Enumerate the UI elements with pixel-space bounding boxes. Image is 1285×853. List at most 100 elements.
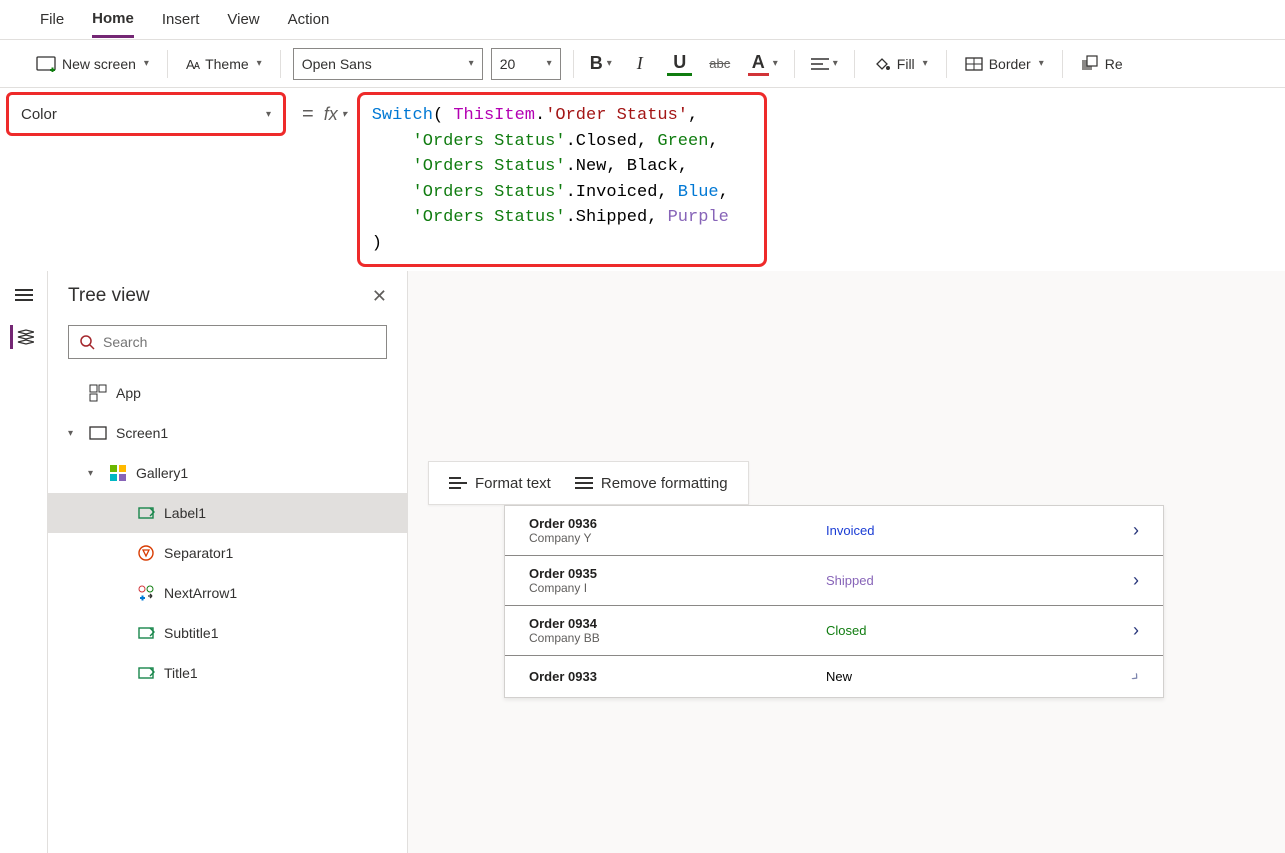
tree-label: Separator1 [164, 545, 233, 561]
menu-view[interactable]: View [227, 3, 259, 36]
underline-icon: U [667, 52, 692, 76]
tree-label: Title1 [164, 665, 198, 681]
fill-label: Fill [897, 56, 915, 72]
equals-fx: = fx ▾ [292, 88, 357, 140]
property-select[interactable]: Color ▾ [6, 92, 286, 136]
chevron-down-icon: ▾ [923, 58, 928, 69]
chevron-right-icon[interactable]: › [1133, 570, 1139, 591]
label-icon [136, 663, 156, 683]
border-button[interactable]: Border ▾ [959, 52, 1050, 76]
format-text-icon [449, 476, 467, 490]
formula-editor[interactable]: Switch( ThisItem.'Order Status', 'Orders… [357, 92, 767, 267]
font-color-button[interactable]: A ▾ [744, 48, 782, 80]
tree-node-screen1[interactable]: ▾ Screen1 [48, 413, 407, 453]
formula-bar-row: Color ▾ = fx ▾ Switch( ThisItem.'Order S… [0, 88, 1285, 271]
tree-label: Gallery1 [136, 465, 188, 481]
separator [573, 50, 574, 78]
equals-icon: = [302, 103, 314, 126]
font-size-value: 20 [500, 56, 516, 72]
tree-label: App [116, 385, 141, 401]
underline-button[interactable]: U [664, 48, 696, 80]
chevron-down-icon: ▾ [144, 58, 149, 69]
tree-node-title1[interactable]: Title1 [48, 653, 407, 693]
chevron-down-icon: ▾ [607, 58, 612, 69]
strike-button[interactable]: abc [704, 48, 736, 80]
order-subtitle: Company BB [529, 631, 639, 645]
order-status: Closed [826, 623, 946, 638]
border-icon [965, 57, 983, 71]
gallery-row[interactable]: Order 0935 Company I Shipped › [505, 556, 1163, 606]
bold-button[interactable]: B ▾ [586, 48, 616, 80]
strike-icon: abc [709, 56, 730, 71]
separator [1062, 50, 1063, 78]
reorder-icon [1081, 55, 1099, 73]
chevron-right-icon[interactable]: › [1133, 520, 1139, 541]
chevron-down-icon: ▾ [773, 58, 778, 69]
reorder-button[interactable]: Re [1075, 51, 1129, 77]
tree-label: NextArrow1 [164, 585, 237, 601]
label-icon [136, 503, 156, 523]
gallery-row[interactable]: Order 0936 Company Y Invoiced › [505, 506, 1163, 556]
order-subtitle: Company I [529, 581, 639, 595]
order-title: Order 0936 [529, 516, 639, 531]
fill-button[interactable]: Fill ▾ [867, 51, 934, 77]
gallery-row[interactable]: Order 0934 Company BB Closed › [505, 606, 1163, 656]
order-title: Order 0934 [529, 616, 639, 631]
caret-icon: ▾ [68, 428, 80, 439]
new-screen-button[interactable]: New screen ▾ [30, 52, 155, 76]
fill-icon [873, 55, 891, 73]
tree-node-subtitle1[interactable]: Subtitle1 [48, 613, 407, 653]
font-size-select[interactable]: 20 ▾ [491, 48, 561, 80]
order-status: Invoiced [826, 523, 946, 538]
chevron-down-icon: ▾ [266, 109, 271, 120]
hamburger-icon[interactable] [12, 283, 36, 307]
left-rail [0, 271, 48, 853]
tree-node-app[interactable]: App [48, 373, 407, 413]
separator-node-icon [136, 543, 156, 563]
align-icon [811, 57, 829, 71]
order-subtitle: Company Y [529, 531, 639, 545]
tree-view-rail-icon[interactable] [10, 325, 34, 349]
font-color-icon: A [748, 52, 769, 76]
tree-label: Label1 [164, 505, 206, 521]
gallery-row[interactable]: Order 0933 New › [505, 656, 1163, 697]
chevron-down-icon: ▾ [469, 58, 474, 69]
format-text-button[interactable]: Format text [449, 475, 551, 492]
order-status: Shipped [826, 573, 946, 588]
fx-button[interactable]: fx ▾ [324, 104, 347, 125]
italic-button[interactable]: I [624, 48, 656, 80]
menu-file[interactable]: File [40, 3, 64, 36]
theme-label: Theme [205, 56, 249, 72]
app-icon [88, 383, 108, 403]
format-text-label: Format text [475, 475, 551, 492]
chevron-right-icon[interactable]: › [1133, 620, 1139, 641]
menu-insert[interactable]: Insert [162, 3, 200, 36]
remove-formatting-label: Remove formatting [601, 475, 728, 492]
menu-action[interactable]: Action [288, 3, 330, 36]
italic-icon: I [637, 53, 643, 74]
tree-node-gallery1[interactable]: ▾ Gallery1 [48, 453, 407, 493]
gallery-icon [108, 463, 128, 483]
canvas-area: Format text Remove formatting Order 0936… [408, 271, 1285, 853]
close-icon[interactable]: ✕ [372, 286, 387, 307]
chevron-down-icon: ▾ [257, 58, 262, 69]
font-name: Open Sans [302, 56, 372, 72]
border-label: Border [989, 56, 1031, 72]
tree-view-panel: Tree view ✕ App ▾ Screen1 ▾ [48, 271, 408, 853]
screen-icon [88, 423, 108, 443]
screen-icon [36, 56, 56, 72]
align-button[interactable]: ▾ [807, 48, 842, 80]
tree-node-nextarrow1[interactable]: NextArrow1 [48, 573, 407, 613]
tree-node-label1[interactable]: Label1 [48, 493, 407, 533]
tree-body: App ▾ Screen1 ▾ Gallery1 Label1 Separato… [48, 367, 407, 699]
menu-home[interactable]: Home [92, 2, 134, 38]
font-select[interactable]: Open Sans ▾ [293, 48, 483, 80]
tree-label: Subtitle1 [164, 625, 218, 641]
chevron-down-icon: ▾ [833, 58, 838, 69]
search-input[interactable] [103, 334, 376, 350]
remove-formatting-button[interactable]: Remove formatting [575, 475, 728, 492]
tree-node-separator1[interactable]: Separator1 [48, 533, 407, 573]
property-value: Color [21, 106, 57, 123]
theme-button[interactable]: Theme ▾ [180, 52, 268, 76]
search-box[interactable] [68, 325, 387, 359]
